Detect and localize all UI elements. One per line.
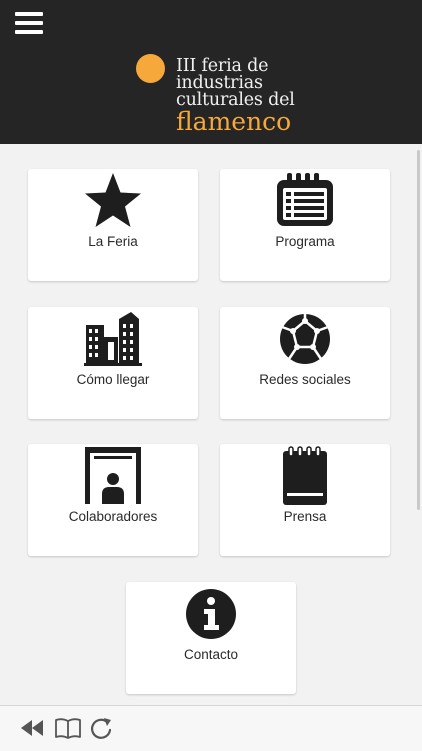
bottom-toolbar <box>0 705 422 751</box>
reload-icon[interactable] <box>88 716 116 740</box>
calendar-list-icon <box>275 171 335 231</box>
hamburger-menu-icon[interactable] <box>15 12 43 34</box>
menu-card-label: La Feria <box>88 234 138 249</box>
menu-card-label: Contacto <box>183 647 239 662</box>
menu-card-colaboradores[interactable]: Colaboradores <box>28 444 198 556</box>
scrollbar[interactable] <box>417 150 420 510</box>
rewind-back-icon[interactable] <box>19 716 47 740</box>
menu-card-label: Colaboradores <box>68 509 158 524</box>
app-header: III feria de industrias culturales del f… <box>0 0 422 144</box>
star-icon <box>83 171 143 231</box>
menu-card-contacto[interactable]: Contacto <box>126 582 296 694</box>
notepad-icon <box>275 446 335 506</box>
menu-card-label: Programa <box>275 234 335 249</box>
menu-card-como-llegar[interactable]: Cómo llegar <box>28 307 198 419</box>
globe-network-icon <box>275 309 335 369</box>
book-open-icon[interactable] <box>54 716 82 740</box>
menu-card-label: Redes sociales <box>259 372 351 387</box>
menu-card-label: Prensa <box>283 509 327 524</box>
menu-card-prensa[interactable]: Prensa <box>220 444 390 556</box>
menu-card-label: Cómo llegar <box>76 372 150 387</box>
event-logo: III feria de industrias culturales del f… <box>136 54 306 136</box>
info-icon <box>181 584 241 644</box>
city-buildings-icon <box>83 309 143 369</box>
menu-card-programa[interactable]: Programa <box>220 169 390 281</box>
menu-card-redes-sociales[interactable]: Redes sociales <box>220 307 390 419</box>
logo-line-4: flamenco <box>176 107 292 136</box>
logo-orange-dot <box>136 54 165 83</box>
booth-person-icon <box>83 446 143 506</box>
menu-card-la-feria[interactable]: La Feria <box>28 169 198 281</box>
